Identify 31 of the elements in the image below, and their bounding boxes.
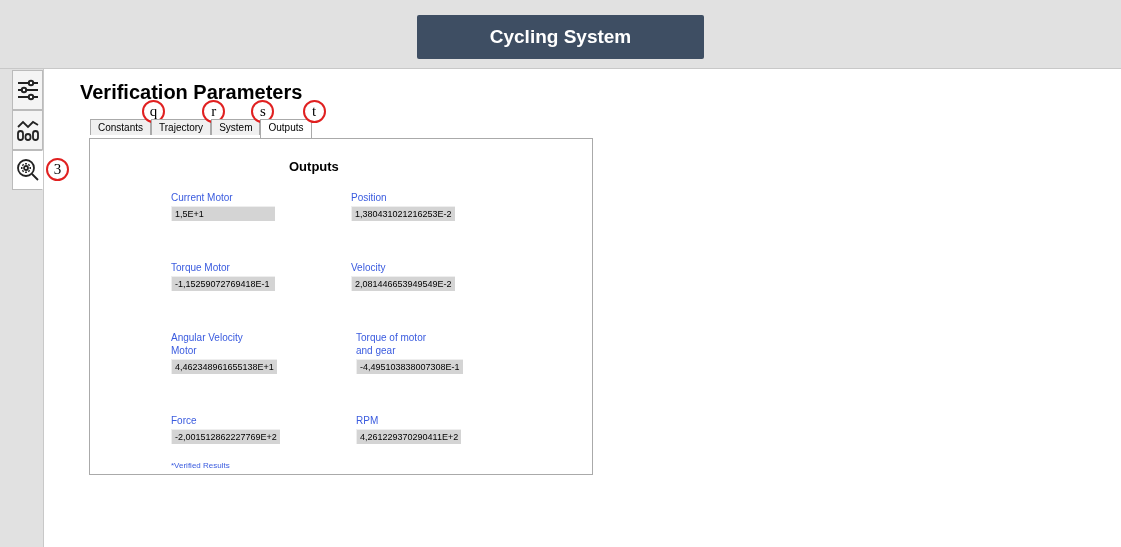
field-label: Angular Velocity Motor [171,330,244,357]
verified-note: *Verified Results [171,459,231,472]
field-label: Position [351,190,388,204]
chart-icon [15,118,40,142]
output-field: 2,081446653949549E-2 [351,275,455,291]
tab[interactable]: Constants [90,119,152,135]
sidebar-tab[interactable] [12,150,43,190]
tab[interactable]: Trajectory [151,119,212,135]
callout-marker: t [302,100,326,123]
app-title: Cycling System [417,15,704,59]
field-label: Torque of motor and gear [356,330,428,357]
field-label: Velocity [351,260,387,274]
callout-marker: 3 [46,158,69,181]
tab[interactable]: Outputs [260,119,312,138]
panel-title: Outputs [289,158,340,176]
field-label: Current Motor [171,190,234,204]
output-field: 4,261229370290411E+2 [356,428,462,444]
field-label: Force [171,413,198,427]
sliders-icon [15,78,40,102]
output-field: 1,380431021216253E-2 [351,205,455,221]
sidebar-tab[interactable] [12,110,43,150]
field-label: RPM [356,413,380,427]
sidebar-tab[interactable] [12,70,43,110]
output-field: -4,495103838007308E-1 [356,358,463,374]
tab[interactable]: System [211,119,261,135]
output-field: -2,001512862227769E+2 [171,428,280,444]
gear-search-icon [15,158,40,182]
field-label: Torque Motor [171,260,231,274]
output-field: -1,15259072769418E-1 [171,275,275,291]
output-field: 4,462348961655138E+1 [171,358,277,374]
output-field: 1,5E+1 [171,205,275,221]
